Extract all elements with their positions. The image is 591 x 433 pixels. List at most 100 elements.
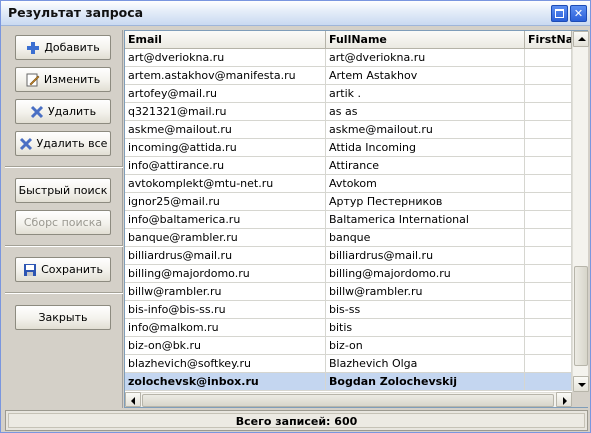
email-cell[interactable]: billw@rambler.ru [125,283,326,301]
table-row[interactable]: banque@rambler.ru banque [125,229,572,247]
firstname-cell[interactable] [525,139,572,157]
table-row[interactable]: info@baltamerica.ru Baltamerica Internati… [125,211,572,229]
save-button[interactable]: Сохранить [15,257,111,282]
horizontal-scrollbar[interactable] [125,392,572,407]
scroll-right-button[interactable] [556,392,572,407]
vertical-scroll-thumb[interactable] [574,266,588,366]
table-row[interactable]: askme@mailout.ru askme@mailout.ru [125,121,572,139]
firstname-cell[interactable] [525,67,572,85]
firstname-cell[interactable] [525,319,572,337]
scroll-down-button[interactable] [573,376,589,392]
table-row[interactable]: incoming@attida.ru Attida Incoming [125,139,572,157]
firstname-cell[interactable] [525,247,572,265]
email-cell[interactable]: banque@rambler.ru [125,229,326,247]
table-row[interactable]: avtokomplekt@mtu-net.ru Avtokom [125,175,572,193]
email-cell[interactable]: q321321@mail.ru [125,103,326,121]
fullname-cell[interactable]: Артур Пестерников [326,193,525,211]
table-row[interactable]: zolochevsk@inbox.ru Bogdan Zolochevskij [125,373,572,391]
table-row[interactable]: artofey@mail.ru artik . [125,85,572,103]
email-cell[interactable]: blazhevich@softkey.ru [125,355,326,373]
email-cell[interactable]: info@malkom.ru [125,319,326,337]
table-row[interactable]: q321321@mail.ru as as [125,103,572,121]
add-button[interactable]: Добавить [15,35,111,60]
close-window-button[interactable]: ✕ [570,5,587,22]
firstname-cell[interactable] [525,193,572,211]
email-cell[interactable]: bis-info@bis-ss.ru [125,301,326,319]
firstname-cell[interactable] [525,157,572,175]
firstname-cell[interactable] [525,85,572,103]
firstname-cell[interactable] [525,229,572,247]
email-cell[interactable]: billiardrus@mail.ru [125,247,326,265]
fullname-cell[interactable]: Avtokom [326,175,525,193]
fullname-cell[interactable]: Attida Incoming [326,139,525,157]
fullname-cell[interactable]: Artem Astakhov [326,67,525,85]
firstname-cell[interactable] [525,301,572,319]
firstname-cell[interactable] [525,49,572,67]
fullname-cell[interactable]: art@dveriokna.ru [326,49,525,67]
firstname-cell[interactable] [525,373,572,391]
table-row[interactable]: billing@majordomo.ru billing@majordomo.ru [125,265,572,283]
table-row[interactable]: info@attirance.ru Attirance [125,157,572,175]
fullname-cell[interactable]: Bogdan Zolochevskij [326,373,525,391]
scrollbar-corner [572,392,588,407]
table-row[interactable]: billiardrus@mail.ru billiardrus@mail.ru [125,247,572,265]
quick-search-button[interactable]: Быстрый поиск [15,178,111,203]
firstname-cell[interactable] [525,265,572,283]
column-header-email[interactable]: Email [125,31,326,49]
firstname-cell[interactable] [525,283,572,301]
fullname-cell[interactable]: billing@majordomo.ru [326,265,525,283]
delete-all-button[interactable]: Удалить все [15,131,111,156]
close-button[interactable]: Закрыть [15,305,111,330]
table-row[interactable]: biz-on@bk.ru biz-on [125,337,572,355]
reset-search-button[interactable]: Сборс поиска [15,210,111,235]
email-cell[interactable]: info@attirance.ru [125,157,326,175]
fullname-cell[interactable]: banque [326,229,525,247]
firstname-cell[interactable] [525,355,572,373]
table-row[interactable]: art@dveriokna.ru art@dveriokna.ru [125,49,572,67]
firstname-cell[interactable] [525,175,572,193]
table-row[interactable]: info@malkom.ru bitis [125,319,572,337]
email-cell[interactable]: askme@mailout.ru [125,121,326,139]
email-cell[interactable]: biz-on@bk.ru [125,337,326,355]
fullname-cell[interactable]: bis-ss [326,301,525,319]
fullname-cell[interactable]: billw@rambler.ru [326,283,525,301]
scroll-up-button[interactable] [573,31,589,47]
firstname-cell[interactable] [525,121,572,139]
table-row[interactable]: billw@rambler.ru billw@rambler.ru [125,283,572,301]
email-cell[interactable]: zolochevsk@inbox.ru [125,373,326,391]
maximize-button[interactable] [551,5,568,22]
column-header-firstname[interactable]: FirstName [525,31,572,49]
edit-button[interactable]: Изменить [15,67,111,92]
title-bar[interactable]: Результат запроса ✕ [1,1,590,26]
fullname-cell[interactable]: as as [326,103,525,121]
table-row[interactable]: bis-info@bis-ss.ru bis-ss [125,301,572,319]
email-cell[interactable]: incoming@attida.ru [125,139,326,157]
email-cell[interactable]: artem.astakhov@manifesta.ru [125,67,326,85]
firstname-cell[interactable] [525,211,572,229]
table-row[interactable]: blazhevich@softkey.ru Blazhevich Olga [125,355,572,373]
vertical-scrollbar[interactable] [572,31,589,392]
fullname-cell[interactable]: biz-on [326,337,525,355]
scroll-left-button[interactable] [125,392,141,407]
grid-rows: art@dveriokna.ru art@dveriokna.ru artem.as… [125,49,572,391]
email-cell[interactable]: billing@majordomo.ru [125,265,326,283]
fullname-cell[interactable]: artik . [326,85,525,103]
firstname-cell[interactable] [525,337,572,355]
horizontal-scroll-thumb[interactable] [142,394,554,407]
table-row[interactable]: artem.astakhov@manifesta.ru Artem Astakho… [125,67,572,85]
firstname-cell[interactable] [525,103,572,121]
fullname-cell[interactable]: Blazhevich Olga [326,355,525,373]
email-cell[interactable]: art@dveriokna.ru [125,49,326,67]
email-cell[interactable]: artofey@mail.ru [125,85,326,103]
fullname-cell[interactable]: Baltamerica International [326,211,525,229]
email-cell[interactable]: avtokomplekt@mtu-net.ru [125,175,326,193]
fullname-cell[interactable]: askme@mailout.ru [326,121,525,139]
fullname-cell[interactable]: bitis [326,319,525,337]
column-header-fullname[interactable]: FullName [326,31,525,49]
email-cell[interactable]: info@baltamerica.ru [125,211,326,229]
delete-button[interactable]: Удалить [15,99,111,124]
table-row[interactable]: ignor25@mail.ru Артур Пестерников [125,193,572,211]
email-cell[interactable]: ignor25@mail.ru [125,193,326,211]
fullname-cell[interactable]: Attirance [326,157,525,175]
fullname-cell[interactable]: billiardrus@mail.ru [326,247,525,265]
